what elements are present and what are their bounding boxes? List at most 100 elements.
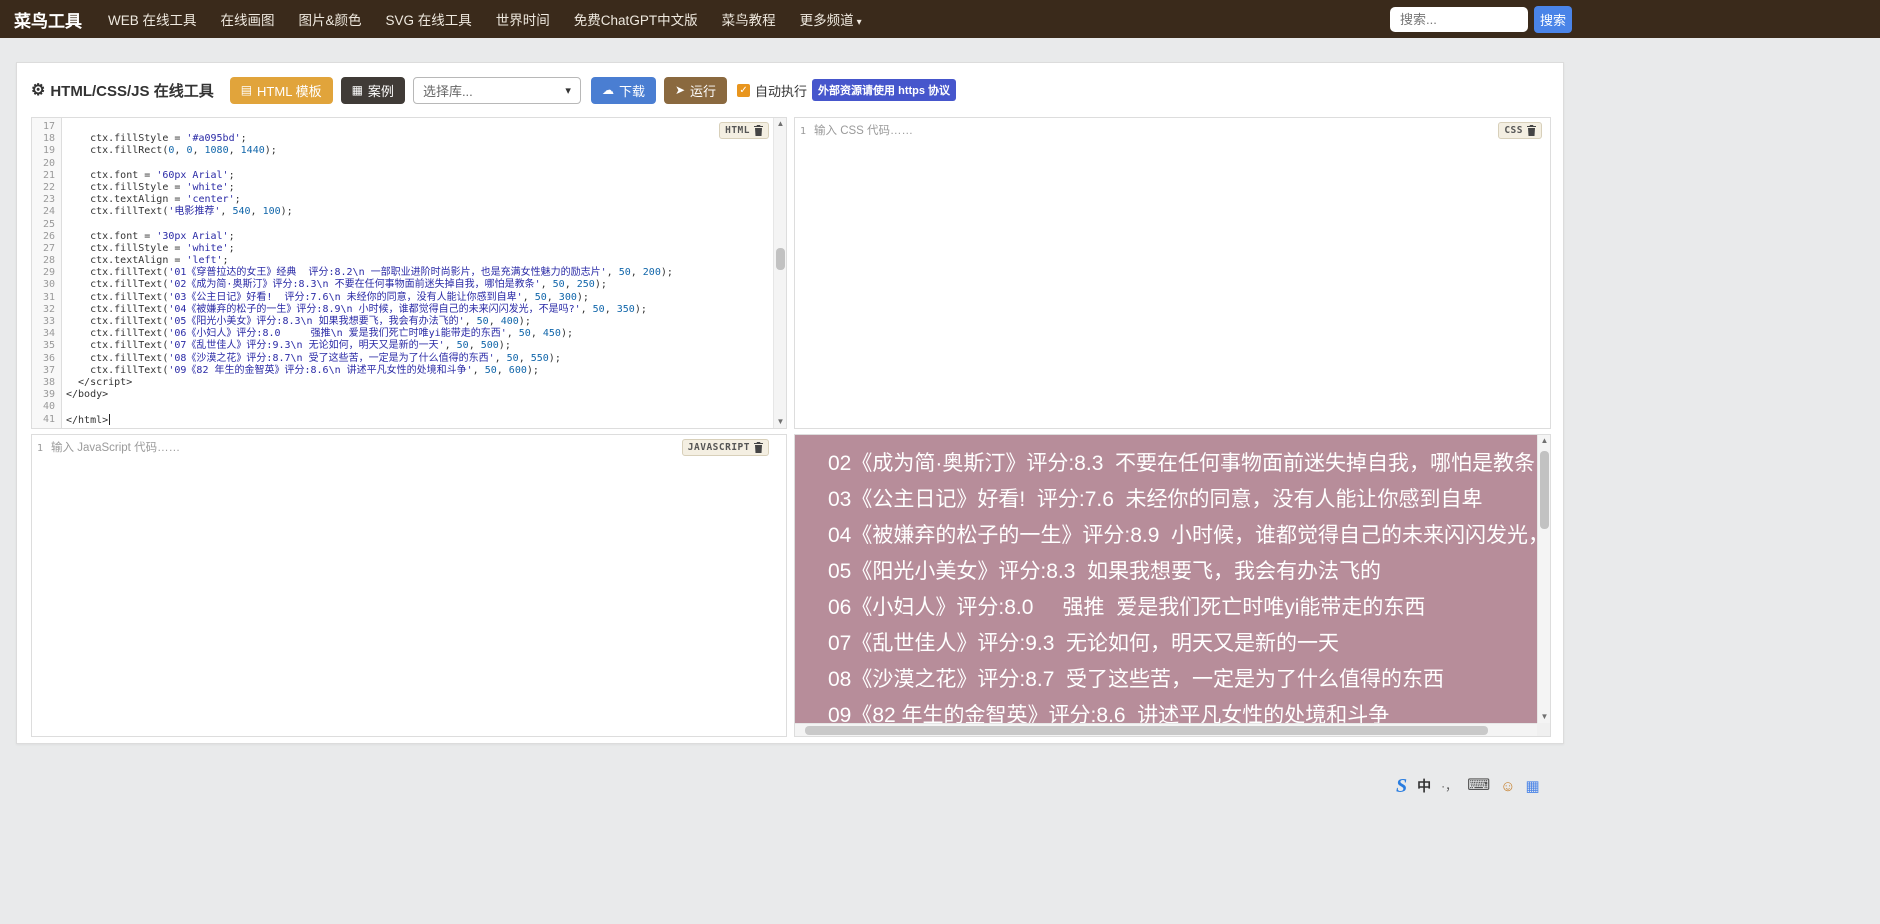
search-input[interactable] <box>1390 7 1528 32</box>
examples-button[interactable]: ▦ 案例 <box>340 76 405 104</box>
code-line[interactable]: ctx.fillText('02《成为简·奥斯汀》评分:8.3\n 不要在任何事… <box>66 279 772 291</box>
download-label: 下载 <box>618 83 645 99</box>
code-line[interactable]: </html> <box>66 413 772 426</box>
scroll-down-icon[interactable]: ▼ <box>774 416 786 428</box>
code-line[interactable]: ctx.fillStyle = 'white'; <box>66 243 772 255</box>
code-line[interactable] <box>66 219 772 231</box>
preview-text-row: 02《成为简·奥斯汀》评分:8.3 不要在任何事物面前迷失掉自我，哪怕是教条 <box>828 452 1536 475</box>
scroll-up-icon[interactable]: ▲ <box>774 118 786 130</box>
preview-text-row: 04《被嫌弃的松子的一生》评分:8.9 小时候，谁都觉得自己的未来闪闪发光，不是… <box>828 524 1537 547</box>
code-line[interactable]: ctx.fillText('06《小妇人》评分:8.0 强推\n 爱是我们死亡时… <box>66 328 772 340</box>
preview-vscroll-thumb[interactable] <box>1540 451 1549 529</box>
js-editor-panel[interactable]: JAVASCRIPT 1 输入 JavaScript 代码…… <box>31 434 787 737</box>
library-select[interactable]: 选择库... ▾ <box>412 76 581 104</box>
punctuation-mode-icon[interactable]: ·， <box>1441 780 1457 792</box>
text-cursor <box>109 413 111 425</box>
code-line[interactable]: ctx.textAlign = 'left'; <box>66 255 772 267</box>
line-number: 34 <box>42 328 55 340</box>
preview-vscrollbar[interactable]: ▲ ▼ <box>1537 435 1550 723</box>
line-number: 25 <box>42 218 55 230</box>
scroll-down-icon[interactable]: ▼ <box>1538 711 1550 723</box>
download-cloud-icon: ☁ <box>601 83 614 97</box>
code-line[interactable]: ctx.textAlign = 'center'; <box>66 194 772 206</box>
code-line[interactable]: </script> <box>66 377 772 389</box>
scroll-up-icon[interactable]: ▲ <box>1538 435 1550 447</box>
html-code-area[interactable]: ctx.fillStyle = '#a095bd'; ctx.fillRect(… <box>66 118 772 428</box>
code-line[interactable]: ctx.fillStyle = '#a095bd'; <box>66 133 772 145</box>
site-logo[interactable]: 菜鸟工具 <box>14 7 82 32</box>
css-editor-panel[interactable]: CSS 1 输入 CSS 代码…… <box>794 117 1551 429</box>
nav-item[interactable]: WEB 在线工具 <box>108 13 197 28</box>
soft-keyboard-icon[interactable]: ⌨ <box>1467 778 1490 794</box>
library-select-value: 选择库... <box>422 83 473 99</box>
html-template-label: HTML 模板 <box>257 83 322 99</box>
examples-label: 案例 <box>367 83 394 99</box>
code-line[interactable]: ctx.fillText('01《穿普拉达的女王》经典 评分:8.2\n 一部职… <box>66 267 772 279</box>
code-line[interactable]: ctx.fillText('电影推荐', 540, 100); <box>66 206 772 218</box>
nav-item[interactable]: 免费ChatGPT中文版 <box>574 13 698 28</box>
auto-run-toggle[interactable]: ✓ 自动执行 <box>737 81 812 100</box>
template-file-icon: ▤ <box>240 83 253 97</box>
nav-item[interactable]: SVG 在线工具 <box>386 13 472 28</box>
code-line[interactable] <box>66 121 772 133</box>
js-line-number: 1 <box>37 443 44 454</box>
emoji-picker-icon[interactable]: ☺ <box>1500 779 1515 794</box>
html-panel-badge: HTML <box>719 122 769 139</box>
clear-css-icon[interactable] <box>1527 125 1536 136</box>
js-panel-badge: JAVASCRIPT <box>681 439 769 456</box>
nav-items: WEB 在线工具 在线画图 图片&颜色 SVG 在线工具 世界时间 免费ChatGPT中文… <box>108 9 800 30</box>
clear-js-icon[interactable] <box>754 442 763 453</box>
clear-html-icon[interactable] <box>754 125 763 136</box>
code-line[interactable]: ctx.fillRect(0, 0, 1080, 1440); <box>66 145 772 157</box>
auto-run-checkbox[interactable]: ✓ <box>737 83 751 97</box>
preview-text-row: 03《公主日记》好看! 评分:7.6 未经你的同意，没有人能让你感到自卑 <box>828 488 1483 511</box>
code-line[interactable]: ctx.fillText('04《被嫌弃的松子的一生》评分:8.9\n 小时候，… <box>66 304 772 316</box>
preview-text-row: 08《沙漠之花》评分:8.7 受了这些苦，一定是为了什么值得的东西 <box>828 668 1445 691</box>
sogou-logo-icon[interactable]: S <box>1396 776 1407 796</box>
line-number: 29 <box>42 267 55 279</box>
examples-grid-icon: ▦ <box>351 83 363 97</box>
nav-item[interactable]: 菜鸟教程 <box>722 13 776 28</box>
css-editor-empty-line[interactable]: 1 输入 CSS 代码…… <box>795 118 1550 138</box>
nav-item[interactable]: 世界时间 <box>496 13 550 28</box>
nav-item[interactable]: 图片&颜色 <box>299 13 362 28</box>
input-mode-chinese-icon[interactable]: 中 <box>1417 779 1431 793</box>
line-number: 27 <box>42 242 55 254</box>
preview-hscrollbar[interactable] <box>795 723 1537 736</box>
chevron-down-icon: ▾ <box>856 17 862 28</box>
line-number: 24 <box>42 206 55 218</box>
code-line[interactable]: ctx.font = '60px Arial'; <box>66 170 772 182</box>
line-number: 23 <box>42 194 55 206</box>
css-placeholder: 输入 CSS 代码…… <box>814 125 914 137</box>
download-button[interactable]: ☁ 下载 <box>590 76 656 104</box>
html-template-button[interactable]: ▤ HTML 模板 <box>229 76 333 104</box>
html-editor-vscrollbar[interactable]: ▲ ▼ <box>773 118 786 428</box>
js-editor-empty-line[interactable]: 1 输入 JavaScript 代码…… <box>32 435 786 455</box>
html-panel-label: HTML <box>725 125 750 136</box>
nav-item[interactable]: 在线画图 <box>221 13 275 28</box>
preview-hscroll-thumb[interactable] <box>805 726 1488 735</box>
https-notice-badge: 外部资源请使用 https 协议 <box>812 79 957 101</box>
top-navbar: 菜鸟工具 WEB 在线工具 在线画图 图片&颜色 SVG 在线工具 世界时间 免费Chat… <box>0 0 1880 38</box>
code-line[interactable]: ctx.fillText('07《乱世佳人》评分:9.3\n 无论如何，明天又是… <box>66 340 772 352</box>
code-line[interactable]: ctx.fillText('03《公主日记》好看! 评分:7.6\n 未经你的同… <box>66 292 772 304</box>
code-line[interactable] <box>66 401 772 413</box>
search-button[interactable]: 搜索 <box>1534 6 1572 33</box>
toolbox-grid-icon[interactable]: ▦ <box>1526 779 1540 794</box>
code-line[interactable]: </body> <box>66 389 772 401</box>
code-line[interactable]: ctx.font = '30px Arial'; <box>66 231 772 243</box>
code-line[interactable] <box>66 158 772 170</box>
code-line[interactable]: ctx.fillText('09《82 年生的金智英》评分:8.6\n 讲述平凡… <box>66 365 772 377</box>
nav-item-more-channels[interactable]: 更多频道 ▾ <box>800 9 862 29</box>
preview-text-row: 09《82 年生的金智英》评分:8.6 讲述平凡女性的处境和斗争 <box>828 704 1390 723</box>
line-number: 36 <box>42 352 55 364</box>
code-line[interactable]: ctx.fillText('08《沙漠之花》评分:8.7\n 受了这些苦，一定是… <box>66 353 772 365</box>
run-button[interactable]: ➤ 运行 <box>663 76 728 104</box>
css-line-number: 1 <box>800 126 807 137</box>
code-line[interactable]: ctx.fillStyle = 'white'; <box>66 182 772 194</box>
code-line[interactable]: ctx.fillText('05《阳光小美女》评分:8.3\n 如果我想要飞，我… <box>66 316 772 328</box>
js-placeholder: 输入 JavaScript 代码…… <box>51 442 181 454</box>
line-number: 37 <box>42 364 55 376</box>
html-vscroll-thumb[interactable] <box>776 248 785 271</box>
line-number: 31 <box>42 291 55 303</box>
